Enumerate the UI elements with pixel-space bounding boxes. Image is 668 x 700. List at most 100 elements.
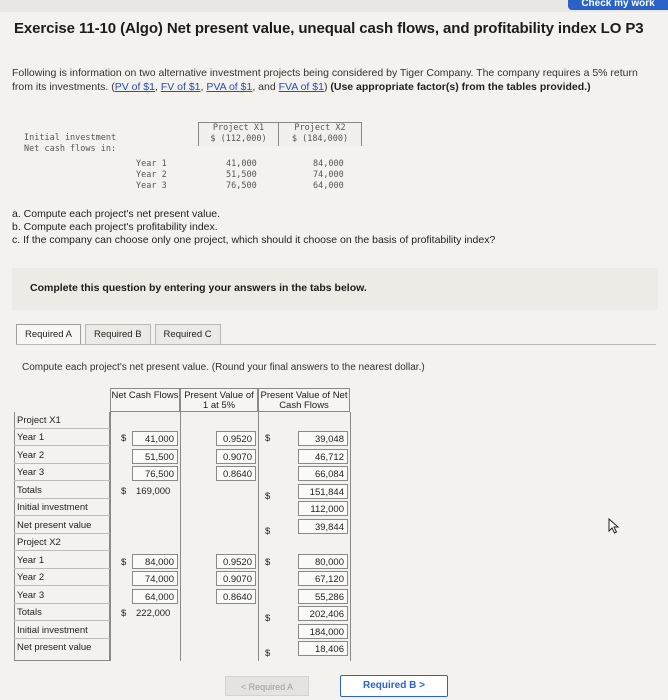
given-year-3: Year 3 <box>136 181 167 191</box>
x1-initial-investment-input[interactable]: 112,000 <box>298 501 348 516</box>
row-label-initial-investment: Initial investment <box>14 499 110 516</box>
dollar-sign: $ <box>121 486 127 497</box>
x2-pv-year-2-input[interactable]: 67,120 <box>298 571 348 586</box>
check-my-work-button[interactable]: Check my work <box>568 0 668 10</box>
row-label-year-1: Year 1 <box>14 429 110 446</box>
x1-pv-year-2-input[interactable]: 46,712 <box>298 449 348 464</box>
tab-required-b[interactable]: Required B <box>85 324 151 344</box>
given-x2-flow-2: 74,000 <box>313 170 344 180</box>
fv-link[interactable]: FV of $1 <box>161 81 201 93</box>
dollar-sign: $ <box>121 608 127 619</box>
x2-initial-investment-input[interactable]: 184,000 <box>298 624 348 639</box>
x1-factor-year-3-input[interactable]: 0.8640 <box>216 466 256 481</box>
x1-flow-year-2-input[interactable]: 51,500 <box>132 449 178 464</box>
fva-link[interactable]: FVA of $1 <box>279 81 324 93</box>
x1-flow-total: 169,000 <box>136 486 171 497</box>
row-label-project-x2: Project X2 <box>14 534 110 551</box>
x1-factor-year-1-input[interactable]: 0.9520 <box>216 431 256 446</box>
x2-flow-year-2-input[interactable]: 74,000 <box>132 571 178 586</box>
x1-flow-year-1-input[interactable]: 41,000 <box>132 431 178 446</box>
x2-pv-year-3-input[interactable]: 55,286 <box>298 589 348 604</box>
x2-factor-year-3-input[interactable]: 0.8640 <box>216 589 256 604</box>
x2-npv-input[interactable]: 18,406 <box>298 641 348 656</box>
row-label-npv: Net present value <box>17 642 92 653</box>
row-label-totals: Totals <box>14 604 110 621</box>
row-label-initial-investment: Initial investment <box>14 622 110 639</box>
dollar-sign: $ <box>265 648 271 659</box>
given-col2-label: Project X2 <box>294 123 346 133</box>
x2-factor-year-2-input[interactable]: 0.9070 <box>216 571 256 586</box>
row-label-year-2: Year 2 <box>14 569 110 586</box>
dollar-sign: $ <box>121 433 127 444</box>
tab-divider <box>16 344 656 345</box>
tab-required-c[interactable]: Required C <box>154 324 221 344</box>
x2-flow-total: 222,000 <box>136 608 171 619</box>
grid-line <box>110 412 111 661</box>
question-b: b. Compute each project's profitability … <box>12 221 218 233</box>
x1-flow-year-3-input[interactable]: 76,500 <box>132 466 178 481</box>
x2-pv-total-input[interactable]: 202,406 <box>298 606 348 621</box>
x1-pv-year-1-input[interactable]: 39,048 <box>298 431 348 446</box>
given-year-2: Year 2 <box>136 170 167 180</box>
complete-text: Complete this question by entering your … <box>30 282 367 294</box>
given-col1-header: Project X1 $ (112,000) <box>198 122 278 146</box>
intro-paragraph: Following is information on two alternat… <box>12 67 638 93</box>
dollar-sign: $ <box>265 491 271 502</box>
x2-flow-year-1-input[interactable]: 84,000 <box>132 554 178 569</box>
chevron-left-icon: < <box>240 682 247 692</box>
grid-line <box>180 412 181 661</box>
given-initial-label: Initial investment <box>24 133 117 143</box>
given-x1-flow-1: 41,000 <box>226 159 257 169</box>
given-net-label: Net cash flows in: <box>24 144 117 154</box>
given-x2-flow-1: 84,000 <box>313 159 344 169</box>
given-x1-flow-2: 51,500 <box>226 170 257 180</box>
given-x1-initial: $ (112,000) <box>210 134 267 144</box>
tab-bar: Required A Required B Required C <box>16 324 225 344</box>
given-col2-header: Project X2 $ (184,000) <box>278 122 362 146</box>
chevron-right-icon: > <box>419 680 425 691</box>
page-title: Exercise 11-10 (Algo) Net present value,… <box>14 20 644 37</box>
prev-required-a-button[interactable]: < Required A <box>225 676 309 696</box>
header-pv-cash-flows: Present Value of Net Cash Flows <box>258 388 350 412</box>
row-label-year-1: Year 1 <box>14 552 110 569</box>
grid-line <box>258 412 259 661</box>
header-pv-factor: Present Value of 1 at 5% <box>180 388 258 412</box>
dollar-sign: $ <box>265 613 271 624</box>
x2-flow-year-3-input[interactable]: 64,000 <box>132 589 178 604</box>
given-x2-flow-3: 64,000 <box>313 181 344 191</box>
x2-factor-year-1-input[interactable]: 0.9520 <box>216 554 256 569</box>
dollar-sign: $ <box>265 433 271 444</box>
row-label-year-3: Year 3 <box>14 587 110 604</box>
question-a: a. Compute each project's net present va… <box>12 208 221 220</box>
dollar-sign: $ <box>121 557 127 568</box>
given-col1-label: Project X1 <box>212 123 265 133</box>
header-net-cash-flows: Net Cash Flows <box>110 388 180 412</box>
row-label-year-2: Year 2 <box>14 447 110 464</box>
x1-pv-year-3-input[interactable]: 66,084 <box>298 466 348 481</box>
intro-bold-note: (Use appropriate factor(s) from the tabl… <box>330 81 591 93</box>
x1-pv-total-input[interactable]: 151,844 <box>298 484 348 499</box>
row-label-year-3: Year 3 <box>14 464 110 481</box>
dollar-sign: $ <box>265 557 271 568</box>
dollar-sign: $ <box>265 526 271 537</box>
x1-npv-input[interactable]: 39,844 <box>298 519 348 534</box>
question-c: c. If the company can choose only one pr… <box>12 234 496 246</box>
pva-link[interactable]: PVA of $1 <box>206 81 252 93</box>
tab-required-a[interactable]: Required A <box>16 324 82 344</box>
instruction-text: Compute each project's net present value… <box>22 362 425 373</box>
x1-factor-year-2-input[interactable]: 0.9070 <box>216 449 256 464</box>
x2-pv-year-1-input[interactable]: 80,000 <box>298 554 348 569</box>
questions-list: a. Compute each project's net present va… <box>12 208 495 247</box>
given-x2-initial: $ (184,000) <box>291 134 349 144</box>
prev-label: Required A <box>248 682 294 692</box>
row-label-npv: Net present value <box>14 517 110 534</box>
complete-banner: Complete this question by entering your … <box>12 268 658 310</box>
row-label-project-x1: Project X1 <box>14 412 110 429</box>
pv-link[interactable]: PV of $1 <box>115 81 155 93</box>
given-x1-flow-3: 76,500 <box>226 181 257 191</box>
mouse-cursor-icon <box>608 517 620 539</box>
given-year-1: Year 1 <box>136 159 167 169</box>
link-close-paren: ) <box>323 81 328 93</box>
row-label-totals: Totals <box>14 482 110 499</box>
next-required-b-button[interactable]: Required B > <box>340 675 448 697</box>
